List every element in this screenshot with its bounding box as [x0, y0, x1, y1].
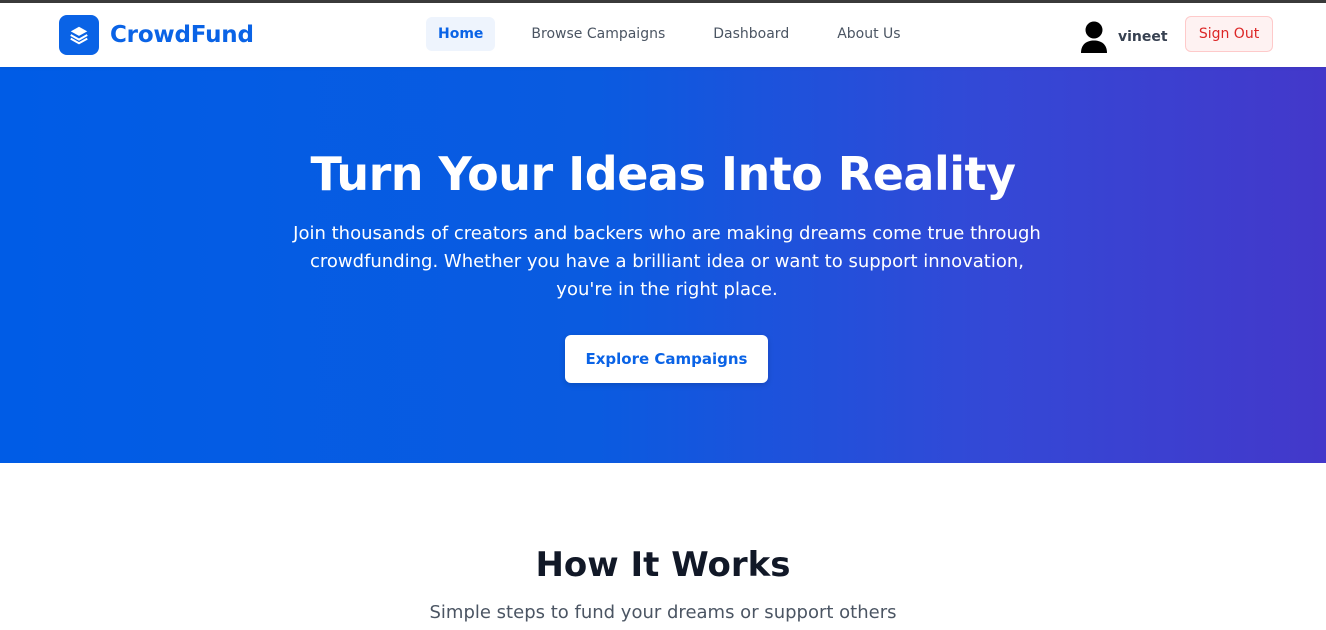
user-avatar-icon	[1080, 21, 1108, 53]
section-subtitle: Simple steps to fund your dreams or supp…	[429, 602, 897, 623]
section-title: How It Works	[535, 545, 791, 585]
navbar: CrowdFund Home Browse Campaigns Dashboar…	[0, 3, 1326, 67]
brand-name: CrowdFund	[110, 22, 254, 48]
nav-dashboard[interactable]: Dashboard	[701, 17, 801, 51]
nav-about-us[interactable]: About Us	[825, 17, 912, 51]
user-menu[interactable]: vineet	[1080, 21, 1168, 53]
how-it-works-section: How It Works Simple steps to fund your d…	[0, 463, 1326, 630]
nav-home[interactable]: Home	[426, 17, 496, 51]
brand-link[interactable]: CrowdFund	[59, 15, 254, 55]
sign-out-button[interactable]: Sign Out	[1185, 16, 1273, 52]
main-nav: Home Browse Campaigns Dashboard About Us	[426, 17, 913, 51]
username: vineet	[1118, 29, 1168, 45]
explore-campaigns-button[interactable]: Explore Campaigns	[565, 335, 768, 383]
hero-section: Turn Your Ideas Into Reality Join thousa…	[0, 67, 1326, 463]
hero-description: Join thousands of creators and backers w…	[293, 223, 1041, 300]
nav-browse-campaigns[interactable]: Browse Campaigns	[519, 17, 677, 51]
hero-title: Turn Your Ideas Into Reality	[310, 147, 1016, 201]
layers-icon	[59, 15, 99, 55]
